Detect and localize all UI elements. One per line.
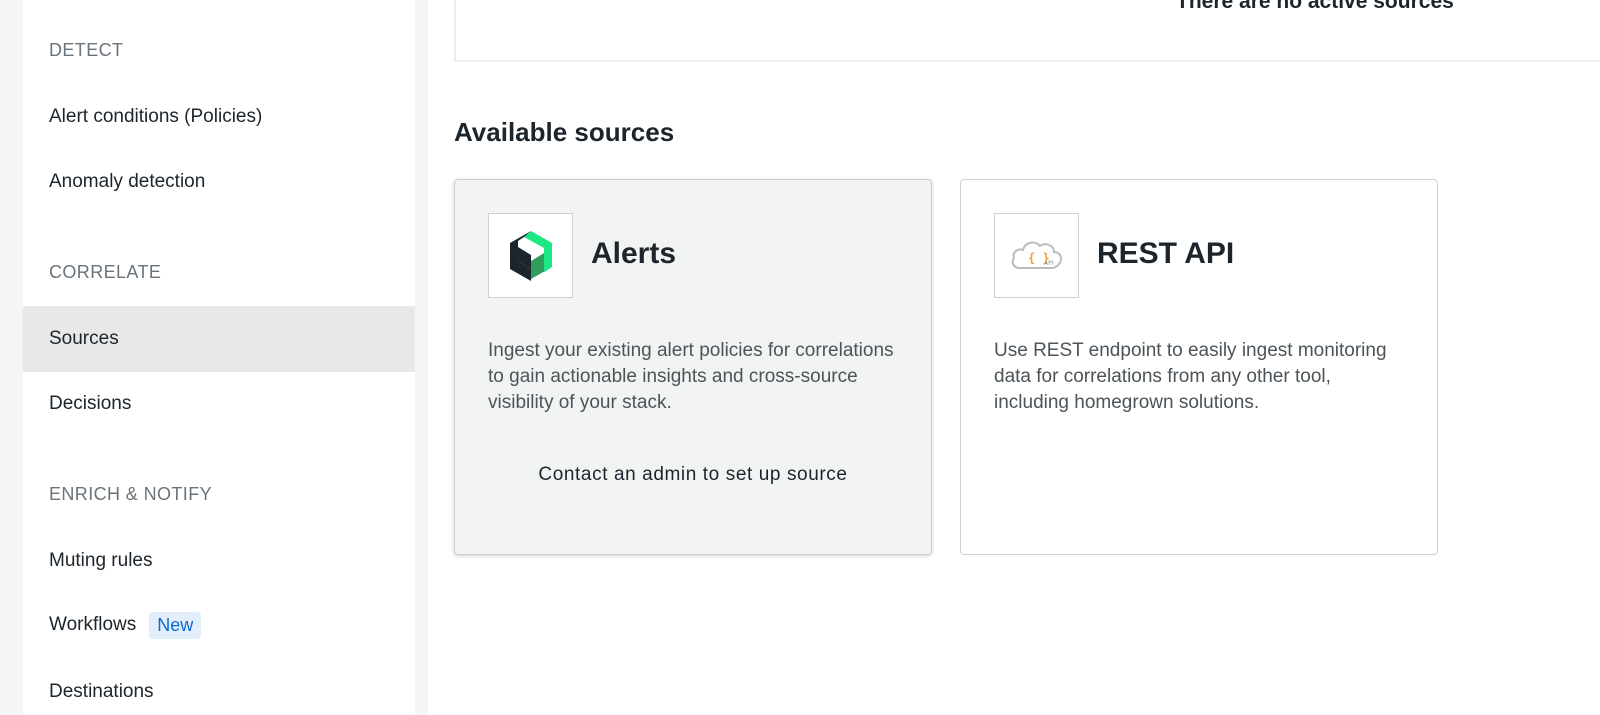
section-header-enrich-notify: ENRICH & NOTIFY (49, 484, 213, 504)
sidebar-item-decisions[interactable]: Decisions (23, 371, 415, 437)
source-card-alerts[interactable]: Alerts Ingest your existing alert polici… (454, 179, 932, 555)
card-description: Ingest your existing alert policies for … (488, 340, 894, 413)
main-content: There are no active sources Available so… (428, 0, 1600, 715)
sidebar-item-label: Anomaly detection (49, 171, 206, 192)
active-sources-panel: There are no active sources (454, 0, 1600, 62)
new-relic-logo-svg (509, 230, 552, 281)
sidebar-item-label: Decisions (49, 393, 132, 414)
card-title: REST API (1097, 237, 1235, 270)
sidebar-item-label: Destinations (49, 681, 154, 702)
page: DETECT Alert conditions (Policies) Anoma… (0, 0, 1600, 715)
sidebar-item-muting-rules[interactable]: Muting rules (23, 528, 415, 594)
section-header-detect: DETECT (49, 40, 124, 60)
sidebar-item-workflows[interactable]: Workflows New (23, 592, 415, 658)
sidebar-item-label: Muting rules (49, 550, 153, 571)
new-relic-logo-icon (488, 213, 573, 298)
svg-text:API: API (1044, 260, 1054, 267)
cloud-api-svg: { } API (1011, 241, 1062, 269)
contact-admin-text: Contact an admin to set up source (538, 464, 848, 485)
section-header-correlate: CORRELATE (49, 262, 162, 282)
sidebar-item-alert-conditions[interactable]: Alert conditions (Policies) (23, 84, 415, 150)
new-badge: New (149, 611, 202, 639)
sidebar-item-sources[interactable]: Sources (23, 306, 415, 372)
sidebar-item-label: Workflows (49, 614, 137, 635)
card-title: Alerts (591, 237, 677, 270)
cloud-api-icon: { } API (994, 213, 1079, 298)
sidebar-item-label: Alert conditions (Policies) (49, 106, 263, 127)
sidebar-item-destinations[interactable]: Destinations (23, 659, 415, 715)
sidebar: DETECT Alert conditions (Policies) Anoma… (23, 0, 415, 715)
card-description: Use REST endpoint to easily ingest monit… (994, 340, 1387, 413)
empty-state-message: There are no active sources (1176, 0, 1454, 13)
available-sources-title: Available sources (454, 117, 675, 147)
sidebar-item-label: Sources (49, 328, 119, 349)
sidebar-item-anomaly-detection[interactable]: Anomaly detection (23, 149, 415, 215)
source-card-rest-api[interactable]: { } API REST API Use REST endpoint to ea… (960, 179, 1438, 555)
